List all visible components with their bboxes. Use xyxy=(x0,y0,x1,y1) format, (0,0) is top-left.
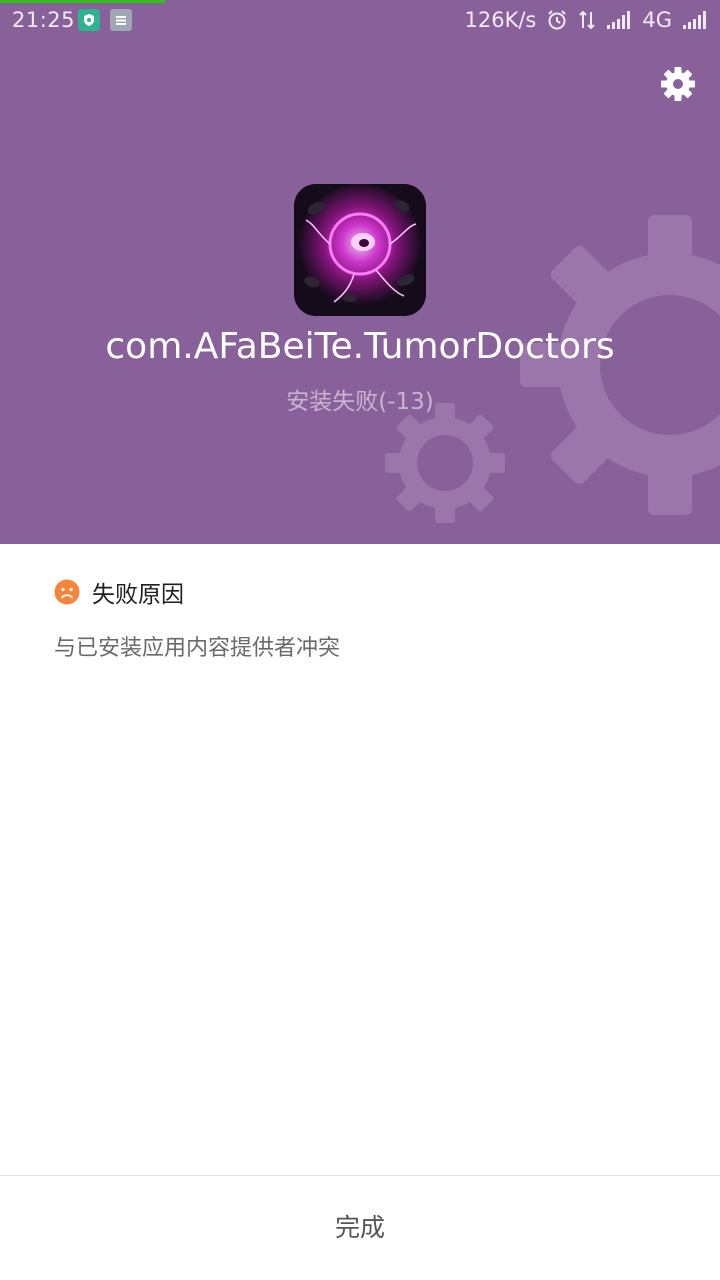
signal-icon xyxy=(607,11,631,29)
failure-reason-text: 与已安装应用内容提供者冲突 xyxy=(54,636,341,661)
gear-icon xyxy=(661,67,695,101)
status-time: 21:25 xyxy=(12,8,76,32)
installer-screen: 21:25 126K/s 4G com.AFaBeiTe.TumorDoctor… xyxy=(0,0,720,1280)
small-gear-icon xyxy=(385,403,505,523)
status-bar: 21:25 126K/s 4G xyxy=(0,0,720,40)
data-transfer-icon xyxy=(579,10,596,30)
network-type: 4G xyxy=(642,8,672,32)
settings-button[interactable] xyxy=(658,64,698,104)
net-speed: 126K/s xyxy=(464,8,537,32)
failure-reason-header: 失败原因 xyxy=(54,574,674,610)
install-status: 安装失败(-13) xyxy=(286,389,434,415)
footer-bar: 完成 xyxy=(0,1175,720,1280)
sad-face-icon xyxy=(54,579,80,605)
done-button[interactable]: 完成 xyxy=(0,1176,720,1280)
status-right-group: 126K/s 4G xyxy=(464,8,708,32)
signal-icon-2 xyxy=(683,11,706,29)
package-name: com.AFaBeiTe.TumorDoctors xyxy=(105,326,615,367)
app-icon xyxy=(294,184,426,316)
failure-reason-title: 失败原因 xyxy=(92,582,184,608)
failure-reason-section: 失败原因 与已安装应用内容提供者冲突 xyxy=(54,574,674,662)
alarm-icon xyxy=(548,10,567,30)
shield-notification-icon xyxy=(78,9,100,31)
document-notification-icon xyxy=(110,9,132,31)
header-panel: 21:25 126K/s 4G com.AFaBeiTe.TumorDoctor… xyxy=(0,0,720,544)
